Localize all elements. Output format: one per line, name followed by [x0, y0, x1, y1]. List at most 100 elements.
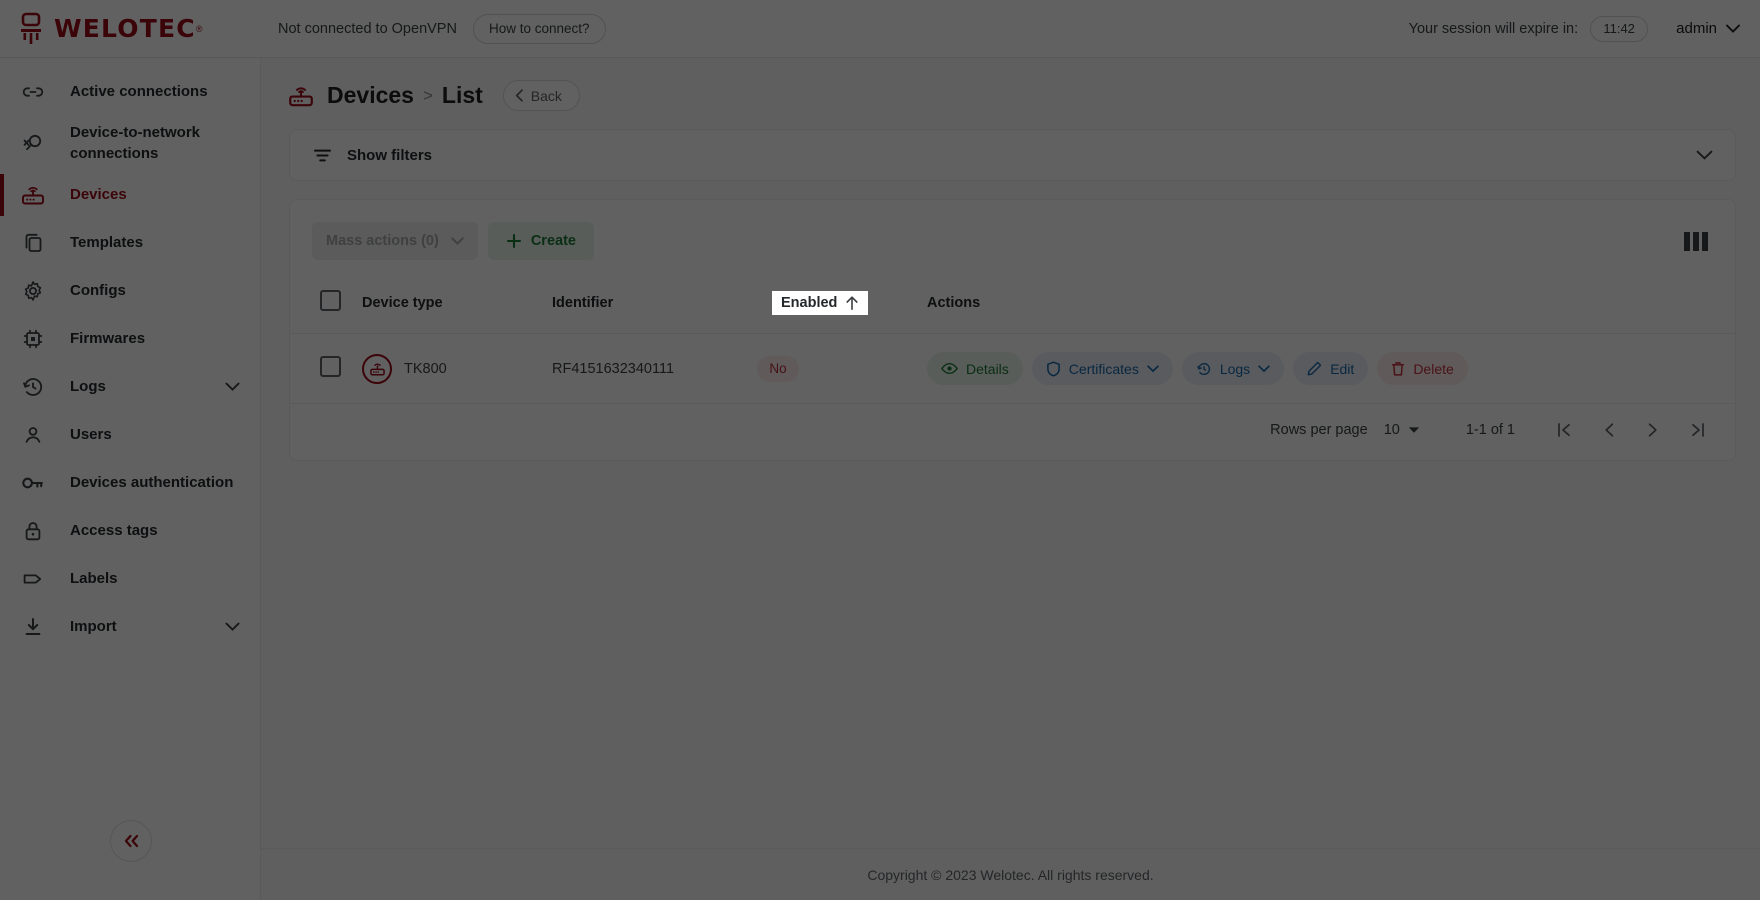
eye-icon [941, 362, 958, 375]
breadcrumb-separator: > [423, 86, 433, 106]
details-button[interactable]: Details [927, 352, 1023, 385]
sidebar-item-devices[interactable]: Devices [0, 171, 260, 219]
shield-icon [1046, 361, 1061, 377]
lock-icon [18, 518, 48, 544]
chevron-down-icon[interactable] [225, 622, 240, 631]
chevron-right-icon[interactable] [1647, 422, 1658, 438]
brand-name: WELOTEC [54, 14, 196, 43]
pencil-icon [1307, 361, 1322, 376]
create-button[interactable]: Create [488, 222, 594, 260]
show-filters-label: Show filters [347, 147, 432, 164]
router-icon [362, 354, 392, 384]
sidebar-item-label: Logs [70, 376, 106, 397]
key-icon [18, 470, 48, 496]
main-content: Devices > List Back Show filters Mas [261, 58, 1760, 900]
sidebar-item-label: Device-to-network connections [70, 122, 240, 165]
select-all-header [290, 280, 362, 334]
sidebar-item-templates[interactable]: Templates [0, 219, 260, 267]
column-header-device-type[interactable]: Device type [362, 280, 552, 334]
devices-table-body: TK800 RF4151632340111 No [290, 334, 1735, 404]
row-device-type-cell: TK800 [362, 334, 552, 404]
user-menu[interactable]: admin [1676, 20, 1740, 37]
show-filters-panel[interactable]: Show filters [289, 129, 1736, 181]
details-button-label: Details [966, 361, 1009, 377]
sidebar-item-labels[interactable]: Labels [0, 555, 260, 603]
table-toolbar: Mass actions (0) Create [290, 222, 1735, 260]
column-header-enabled-label: Enabled [781, 295, 837, 311]
vpn-status-text: Not connected to OpenVPN [278, 21, 457, 37]
row-identifier-cell: RF4151632340111 [552, 334, 757, 404]
top-bar-right: Your session will expire in: 11:42 admin [1409, 16, 1760, 42]
edit-button-label: Edit [1330, 361, 1354, 377]
sidebar-item-import[interactable]: Import [0, 603, 260, 651]
logs-button[interactable]: Logs [1182, 352, 1284, 385]
sidebar-item-logs[interactable]: Logs [0, 363, 260, 411]
rows-per-page-select[interactable]: 10 [1384, 422, 1420, 438]
brand-registered-mark: ® [196, 24, 203, 34]
plus-icon [506, 233, 522, 249]
rows-per-page-label: Rows per page [1270, 422, 1368, 438]
filter-icon [312, 145, 333, 166]
column-header-identifier[interactable]: Identifier [552, 280, 757, 334]
create-button-label: Create [531, 233, 576, 249]
top-bar: WELOTEC ® Not connected to OpenVPN How t… [0, 0, 1760, 58]
router-icon [287, 83, 315, 109]
brand-logo[interactable]: WELOTEC ® [0, 12, 242, 46]
session-expire-label: Your session will expire in: [1409, 21, 1579, 37]
sidebar-item-access-tags[interactable]: Access tags [0, 507, 260, 555]
breadcrumb: Devices > List Back [261, 58, 1760, 111]
page-last-icon[interactable] [1690, 422, 1705, 438]
page-first-icon[interactable] [1557, 422, 1572, 438]
sidebar-item-firmwares[interactable]: Firmwares [0, 315, 260, 363]
back-button[interactable]: Back [503, 80, 580, 111]
chevron-double-left-icon [121, 833, 141, 849]
chevron-left-icon[interactable] [1604, 422, 1615, 438]
status-badge: No [757, 356, 799, 382]
trash-icon [1391, 361, 1405, 377]
table-row[interactable]: TK800 RF4151632340111 No [290, 334, 1735, 404]
mass-actions-button[interactable]: Mass actions (0) [312, 222, 478, 260]
copy-icon [18, 230, 48, 256]
sidebar-item-active-connections[interactable]: Active connections [0, 68, 260, 116]
chevron-down-icon [451, 237, 464, 245]
welotec-mark-icon [18, 12, 44, 46]
column-header-actions: Actions [927, 280, 1735, 334]
breadcrumb-devices[interactable]: Devices [327, 82, 414, 109]
certificates-button[interactable]: Certificates [1032, 352, 1173, 385]
chevron-down-icon[interactable] [225, 382, 240, 391]
chevron-down-icon [1258, 365, 1270, 373]
rows-per-page-value: 10 [1384, 422, 1400, 438]
sidebar-item-label: Templates [70, 232, 143, 253]
how-to-connect-button[interactable]: How to connect? [473, 14, 606, 44]
app-root: WELOTEC ® Not connected to OpenVPN How t… [0, 0, 1760, 900]
history-icon [1196, 361, 1212, 377]
gear-icon [18, 278, 48, 304]
chip-icon [18, 326, 48, 352]
sidebar-item-devices-authentication[interactable]: Devices authentication [0, 459, 260, 507]
sidebar-item-label: Active connections [70, 81, 208, 102]
sidebar-collapse-button[interactable] [110, 820, 152, 862]
logs-button-label: Logs [1220, 361, 1250, 377]
search-x-icon [18, 130, 48, 156]
row-enabled-cell: No [757, 334, 927, 404]
pagination-nav [1557, 422, 1705, 438]
chevron-left-icon [515, 89, 524, 102]
delete-button[interactable]: Delete [1377, 352, 1467, 385]
row-device-type-label: TK800 [404, 361, 447, 377]
back-button-label: Back [531, 88, 562, 104]
row-checkbox[interactable] [320, 356, 341, 377]
router-icon [18, 182, 48, 208]
tag-icon [18, 566, 48, 592]
edit-button[interactable]: Edit [1293, 352, 1368, 385]
column-header-enabled[interactable]: Enabled [772, 291, 868, 315]
pagination-range: 1-1 of 1 [1466, 422, 1515, 438]
chevron-down-icon[interactable] [1696, 150, 1713, 160]
columns-icon[interactable] [1679, 226, 1713, 256]
session-timer: 11:42 [1590, 16, 1648, 42]
sidebar-item-label: Users [70, 424, 112, 445]
select-all-checkbox[interactable] [320, 290, 341, 311]
sidebar-item-device-to-network-connections[interactable]: Device-to-network connections [0, 116, 260, 171]
user-menu-label: admin [1676, 20, 1717, 37]
sidebar-item-users[interactable]: Users [0, 411, 260, 459]
sidebar-item-configs[interactable]: Configs [0, 267, 260, 315]
